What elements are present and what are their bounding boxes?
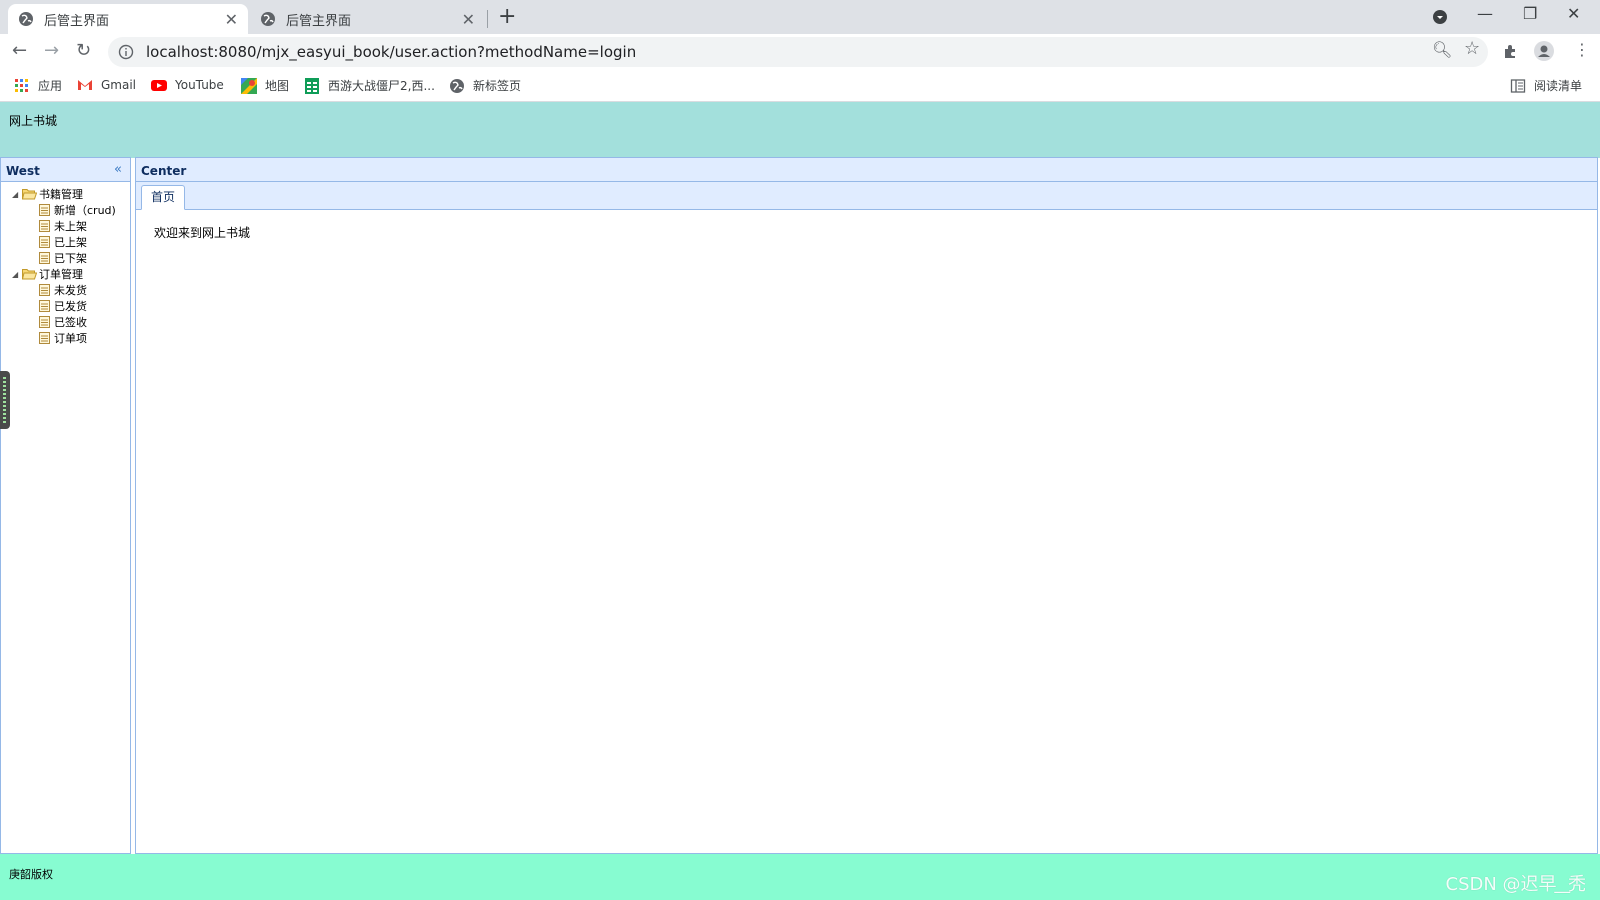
tree-node-orders[interactable]: ◢ 订单管理 xyxy=(1,266,130,282)
tab-title: 后管主界面 xyxy=(44,13,110,29)
reading-list[interactable]: 阅读清单 xyxy=(1510,77,1582,94)
reading-list-label: 阅读清单 xyxy=(1534,79,1583,93)
globe-icon xyxy=(450,78,464,93)
tree-leaf[interactable]: 未上架 xyxy=(1,218,130,234)
tree-leaf[interactable]: 已发货 xyxy=(1,298,130,314)
profile-avatar-icon[interactable] xyxy=(1534,41,1554,61)
reading-list-icon xyxy=(1510,78,1526,93)
bookmark-apps[interactable]: 应用 xyxy=(14,77,62,94)
zoom-icon[interactable]: 🔍︎ xyxy=(1432,40,1452,59)
browser-tab-inactive[interactable]: 后管主界面 ✕ xyxy=(250,4,485,34)
tree-leaf-label: 已签收 xyxy=(54,316,87,329)
side-drag-handle[interactable] xyxy=(0,371,10,429)
file-icon xyxy=(39,220,50,232)
tree-leaf[interactable]: 未发货 xyxy=(1,282,130,298)
nav-tree: ◢ 书籍管理 新增（crud) 未上架 已上架 已下架 ◢ 订单管理 未发货 已… xyxy=(1,182,130,346)
close-window-icon[interactable]: ✕ xyxy=(1567,4,1580,23)
globe-icon xyxy=(261,12,275,26)
tree-leaf-label: 未发货 xyxy=(54,284,87,297)
forward-icon[interactable]: → xyxy=(44,40,59,61)
bookmark-label: 西游大战僵尸2,西... xyxy=(328,79,435,93)
expand-triangle-icon[interactable]: ◢ xyxy=(12,270,22,279)
youtube-icon xyxy=(151,80,167,91)
file-icon xyxy=(39,236,50,248)
tab-home[interactable]: 首页 xyxy=(141,185,186,210)
tree-leaf-label: 已上架 xyxy=(54,236,87,249)
bookmark-star-icon[interactable]: ☆ xyxy=(1464,38,1480,59)
tree-leaf[interactable]: 新增（crud) xyxy=(1,202,130,218)
expand-triangle-icon[interactable]: ◢ xyxy=(12,190,22,199)
bookmark-maps[interactable]: 地图 xyxy=(241,77,289,94)
file-icon xyxy=(39,284,50,296)
tree-leaf[interactable]: 已签收 xyxy=(1,314,130,330)
center-tabs-bar: 首页 xyxy=(136,182,1597,210)
restore-icon[interactable]: ❐ xyxy=(1523,4,1537,23)
bookmark-label: Gmail xyxy=(101,78,137,92)
browser-tabstrip: 后管主界面 ✕ 后管主界面 ✕ + — ❐ ✕ xyxy=(0,0,1600,34)
new-tab-button[interactable]: + xyxy=(498,5,516,29)
csdn-watermark: CSDN @迟早 ͟ 秃 xyxy=(1445,874,1586,895)
north-region: 网上书城 xyxy=(0,102,1600,158)
south-region: 庚韶版权 CSDN @迟早 ͟ 秃 xyxy=(0,854,1600,900)
file-icon xyxy=(39,332,50,344)
file-icon xyxy=(39,300,50,312)
tree-leaf-label: 订单项 xyxy=(54,332,87,345)
tree-leaf-label: 已下架 xyxy=(54,252,87,265)
center-panel: Center 首页 欢迎来到网上书城 xyxy=(135,157,1598,854)
close-tab-icon[interactable]: ✕ xyxy=(225,10,238,29)
welcome-text: 欢迎来到网上书城 xyxy=(154,226,251,240)
bookmark-label: YouTube xyxy=(175,78,224,92)
tab-search-icon[interactable] xyxy=(1432,9,1448,25)
tree-leaf-label: 新增（crud) xyxy=(54,204,116,217)
file-icon xyxy=(39,316,50,328)
info-icon[interactable] xyxy=(118,44,134,60)
gmail-icon xyxy=(78,80,92,90)
collapse-left-icon[interactable]: « xyxy=(114,162,122,177)
tree-leaf-label: 已发货 xyxy=(54,300,87,313)
file-icon xyxy=(39,204,50,216)
bookmark-label: 地图 xyxy=(265,79,290,93)
browser-tab-active[interactable]: 后管主界面 ✕ xyxy=(8,4,248,34)
center-panel-header: Center xyxy=(136,158,1597,182)
sheet-icon xyxy=(305,77,319,94)
bookmark-newtab[interactable]: 新标签页 xyxy=(449,77,521,94)
bookmark-youtube[interactable]: YouTube xyxy=(151,77,224,93)
tree-leaf[interactable]: 订单项 xyxy=(1,330,130,346)
bookmark-gmail[interactable]: Gmail xyxy=(77,77,136,93)
center-panel-title: Center xyxy=(141,164,187,178)
west-panel-title: West xyxy=(6,164,40,178)
file-icon xyxy=(39,252,50,264)
tree-node-label: 书籍管理 xyxy=(39,188,83,201)
west-panel-header: West « xyxy=(1,158,130,182)
tab-separator xyxy=(487,10,488,28)
tree-leaf[interactable]: 已上架 xyxy=(1,234,130,250)
bookmark-label: 新标签页 xyxy=(473,79,522,93)
west-panel: West « ◢ 书籍管理 新增（crud) 未上架 已上架 已下架 ◢ 订单管… xyxy=(0,157,131,854)
bookmark-sheet[interactable]: 西游大战僵尸2,西... xyxy=(304,77,435,94)
site-title: 网上书城 xyxy=(9,114,58,128)
apps-grid-icon xyxy=(15,78,28,92)
bookmark-label: 应用 xyxy=(38,79,63,93)
copyright-text: 庚韶版权 xyxy=(9,868,53,881)
maps-icon xyxy=(241,77,257,94)
globe-icon xyxy=(19,12,33,26)
url-text: localhost:8080/mjx_easyui_book/user.acti… xyxy=(146,43,637,61)
menu-kebab-icon[interactable]: ⋮ xyxy=(1574,40,1590,59)
tree-leaf-label: 未上架 xyxy=(54,220,87,233)
tree-node-books[interactable]: ◢ 书籍管理 xyxy=(1,186,130,202)
tab-title: 后管主界面 xyxy=(286,13,352,29)
bookmarks-bar: 应用 Gmail YouTube 地图 西游大战僵尸2,西... 新标签页 阅读… xyxy=(0,70,1600,102)
close-tab-icon[interactable]: ✕ xyxy=(462,10,475,29)
folder-open-icon xyxy=(22,189,37,200)
reload-icon[interactable]: ↻ xyxy=(76,40,91,61)
tree-node-label: 订单管理 xyxy=(39,268,83,281)
minimize-icon[interactable]: — xyxy=(1477,4,1493,23)
back-icon[interactable]: ← xyxy=(12,40,27,61)
browser-toolbar: ← → ↻ localhost:8080/mjx_easyui_book/use… xyxy=(0,34,1600,70)
tree-leaf[interactable]: 已下架 xyxy=(1,250,130,266)
folder-open-icon xyxy=(22,269,37,280)
extensions-icon[interactable] xyxy=(1502,43,1518,59)
address-bar[interactable]: localhost:8080/mjx_easyui_book/user.acti… xyxy=(108,37,1488,67)
